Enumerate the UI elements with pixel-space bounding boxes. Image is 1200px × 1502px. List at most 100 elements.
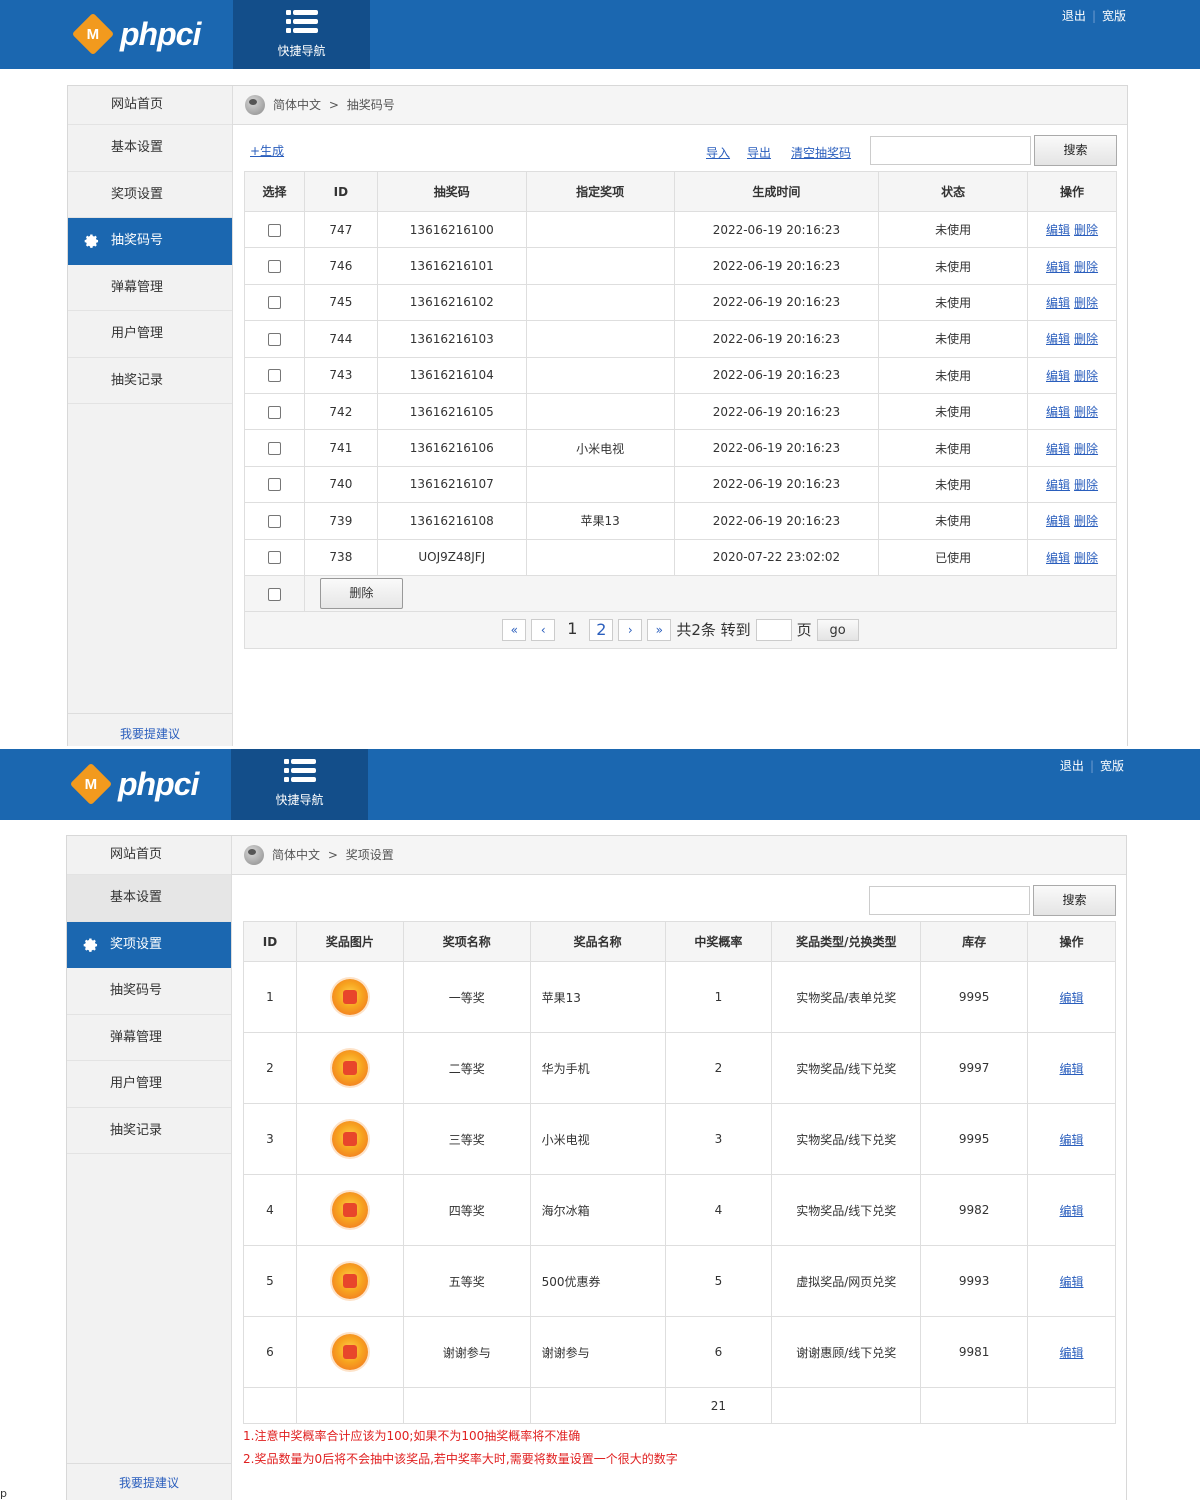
edit-link[interactable]: 编辑 <box>1046 405 1070 419</box>
red-envelope-icon <box>331 979 368 1015</box>
sidebar-item-home[interactable]: 网站首页 <box>68 86 232 125</box>
code-cell: 13616216105 <box>376 392 527 431</box>
row-checkbox[interactable] <box>267 223 281 237</box>
export-link[interactable]: 导出 <box>747 144 771 161</box>
prize-name-cell: 华为手机 <box>529 1032 666 1104</box>
table-row: 2 二等奖 华为手机 2 实物奖品/线下兑奖 9997 编辑 <box>243 1032 1116 1104</box>
row-checkbox[interactable] <box>267 369 281 383</box>
row-checkbox[interactable] <box>267 260 281 274</box>
generate-link[interactable]: +生成 <box>250 142 284 159</box>
select-all-checkbox[interactable] <box>267 587 281 601</box>
codes-toolbar: +生成 导入 导出 清空抽奖码 搜索 <box>244 125 1117 171</box>
edit-link[interactable]: 编辑 <box>1046 296 1070 310</box>
row-checkbox[interactable] <box>267 551 281 565</box>
edit-link[interactable]: 编辑 <box>1060 1346 1084 1360</box>
goto-page-input[interactable] <box>755 618 792 641</box>
row-checkbox[interactable] <box>267 405 281 419</box>
prev-page-button[interactable]: ‹ <box>531 618 556 641</box>
delete-link[interactable]: 删除 <box>1074 332 1098 346</box>
suggest-link[interactable]: 我要提建议 <box>68 713 232 746</box>
row-checkbox[interactable] <box>267 332 281 346</box>
go-button[interactable]: go <box>816 618 859 641</box>
status-cell: 未使用 <box>878 502 1029 540</box>
sidebar-item-basic-settings[interactable]: 基本设置 <box>68 125 232 172</box>
row-checkbox[interactable] <box>267 478 281 492</box>
edit-link[interactable]: 编辑 <box>1046 369 1070 383</box>
wide-link[interactable]: 宽版 <box>1102 9 1126 23</box>
top-header-2: M phpci 快捷导航 退出 | 宽版 <box>0 749 1200 820</box>
sidebar-item-users[interactable]: 用户管理 <box>68 311 232 358</box>
assigned-prize-cell: 小米电视 <box>525 429 675 467</box>
stock-cell: 9995 <box>920 1103 1029 1175</box>
breadcrumb-lang[interactable]: 简体中文 <box>272 848 320 862</box>
probability-total-row: 21 <box>243 1386 1116 1425</box>
page-1-button[interactable]: 1 <box>560 619 584 641</box>
assigned-prize-cell <box>525 210 675 249</box>
note-2: 2.奖品数量为0后将不会抽中该奖品,若中奖率大时,需要将数量设置一个很大的数字 <box>243 1452 678 1467</box>
logo[interactable]: M phpci <box>69 762 199 806</box>
edit-link[interactable]: 编辑 <box>1046 514 1070 528</box>
row-checkbox[interactable] <box>267 514 281 528</box>
search-input[interactable] <box>870 136 1031 165</box>
quick-nav-button[interactable]: 快捷导航 <box>233 0 370 69</box>
last-page-button[interactable]: » <box>647 618 672 641</box>
edit-link[interactable]: 编辑 <box>1060 1133 1084 1147</box>
sidebar-item-lottery-codes[interactable]: 抽奖码号 <box>67 968 231 1015</box>
sidebar-item-barrage[interactable]: 弹幕管理 <box>68 265 232 311</box>
logout-link[interactable]: 退出 <box>1060 759 1084 773</box>
quick-nav-button[interactable]: 快捷导航 <box>231 749 368 820</box>
sidebar-item-basic-settings[interactable]: 基本设置 <box>67 875 231 922</box>
suggest-link[interactable]: 我要提建议 <box>67 1463 231 1500</box>
edit-link[interactable]: 编辑 <box>1046 223 1070 237</box>
edit-link[interactable]: 编辑 <box>1060 1275 1084 1289</box>
created-time-cell: 2022-06-19 20:16:23 <box>673 356 880 394</box>
wide-link[interactable]: 宽版 <box>1100 759 1124 773</box>
sidebar-item-users[interactable]: 用户管理 <box>67 1061 231 1108</box>
row-checkbox[interactable] <box>267 296 281 310</box>
search-button[interactable]: 搜索 <box>1033 885 1116 916</box>
prize-name-cell: 海尔冰箱 <box>529 1174 666 1246</box>
page-2-button[interactable]: 2 <box>589 618 614 641</box>
edit-link[interactable]: 编辑 <box>1060 1062 1084 1076</box>
edit-link[interactable]: 编辑 <box>1060 1204 1084 1218</box>
clear-codes-link[interactable]: 清空抽奖码 <box>791 144 851 161</box>
logout-link[interactable]: 退出 <box>1062 9 1086 23</box>
delete-link[interactable]: 删除 <box>1074 478 1098 492</box>
bulk-delete-button[interactable]: 删除 <box>319 578 403 610</box>
sidebar-item-home[interactable]: 网站首页 <box>67 836 231 875</box>
delete-link[interactable]: 删除 <box>1074 223 1098 237</box>
sidebar-item-prize-settings[interactable]: 奖项设置 <box>68 172 232 218</box>
sidebar-item-records[interactable]: 抽奖记录 <box>68 358 232 404</box>
prize-image-cell <box>295 961 404 1033</box>
delete-link[interactable]: 删除 <box>1074 260 1098 274</box>
next-page-button[interactable]: › <box>618 618 643 641</box>
edit-link[interactable]: 编辑 <box>1060 991 1084 1005</box>
codes-table: 选择 ID 抽奖码 指定奖项 生成时间 状态 操作 747 13616216100 2022-0… <box>244 171 1118 649</box>
edit-link[interactable]: 编辑 <box>1046 442 1070 456</box>
sidebar-item-lottery-codes[interactable]: 抽奖码号 <box>68 218 232 265</box>
import-link[interactable]: 导入 <box>706 144 730 161</box>
id-cell: 1 <box>243 961 297 1033</box>
sidebar-item-barrage[interactable]: 弹幕管理 <box>67 1015 231 1061</box>
delete-link[interactable]: 删除 <box>1074 405 1098 419</box>
delete-link[interactable]: 删除 <box>1074 551 1098 565</box>
delete-link[interactable]: 删除 <box>1074 296 1098 310</box>
edit-link[interactable]: 编辑 <box>1046 551 1070 565</box>
search-button[interactable]: 搜索 <box>1034 135 1117 166</box>
table-row: 746 13616216101 2022-06-19 20:16:23 未使用 编辑 删除 <box>244 247 1117 285</box>
sidebar-item-records[interactable]: 抽奖记录 <box>67 1108 231 1154</box>
top-links: 退出 | 宽版 <box>1061 9 1126 23</box>
logo[interactable]: M phpci <box>71 12 201 56</box>
sidebar-item-prize-settings[interactable]: 奖项设置 <box>67 921 231 968</box>
delete-link[interactable]: 删除 <box>1074 442 1098 456</box>
row-checkbox[interactable] <box>267 442 281 456</box>
delete-link[interactable]: 删除 <box>1074 369 1098 383</box>
edit-link[interactable]: 编辑 <box>1046 332 1070 346</box>
breadcrumb-lang[interactable]: 简体中文 <box>273 98 321 112</box>
first-page-button[interactable]: « <box>502 618 527 641</box>
top-header: M phpci 快捷导航 退出 | 宽版 <box>0 0 1200 69</box>
search-input[interactable] <box>869 886 1030 915</box>
delete-link[interactable]: 删除 <box>1074 514 1098 528</box>
edit-link[interactable]: 编辑 <box>1046 478 1070 492</box>
edit-link[interactable]: 编辑 <box>1046 260 1070 274</box>
